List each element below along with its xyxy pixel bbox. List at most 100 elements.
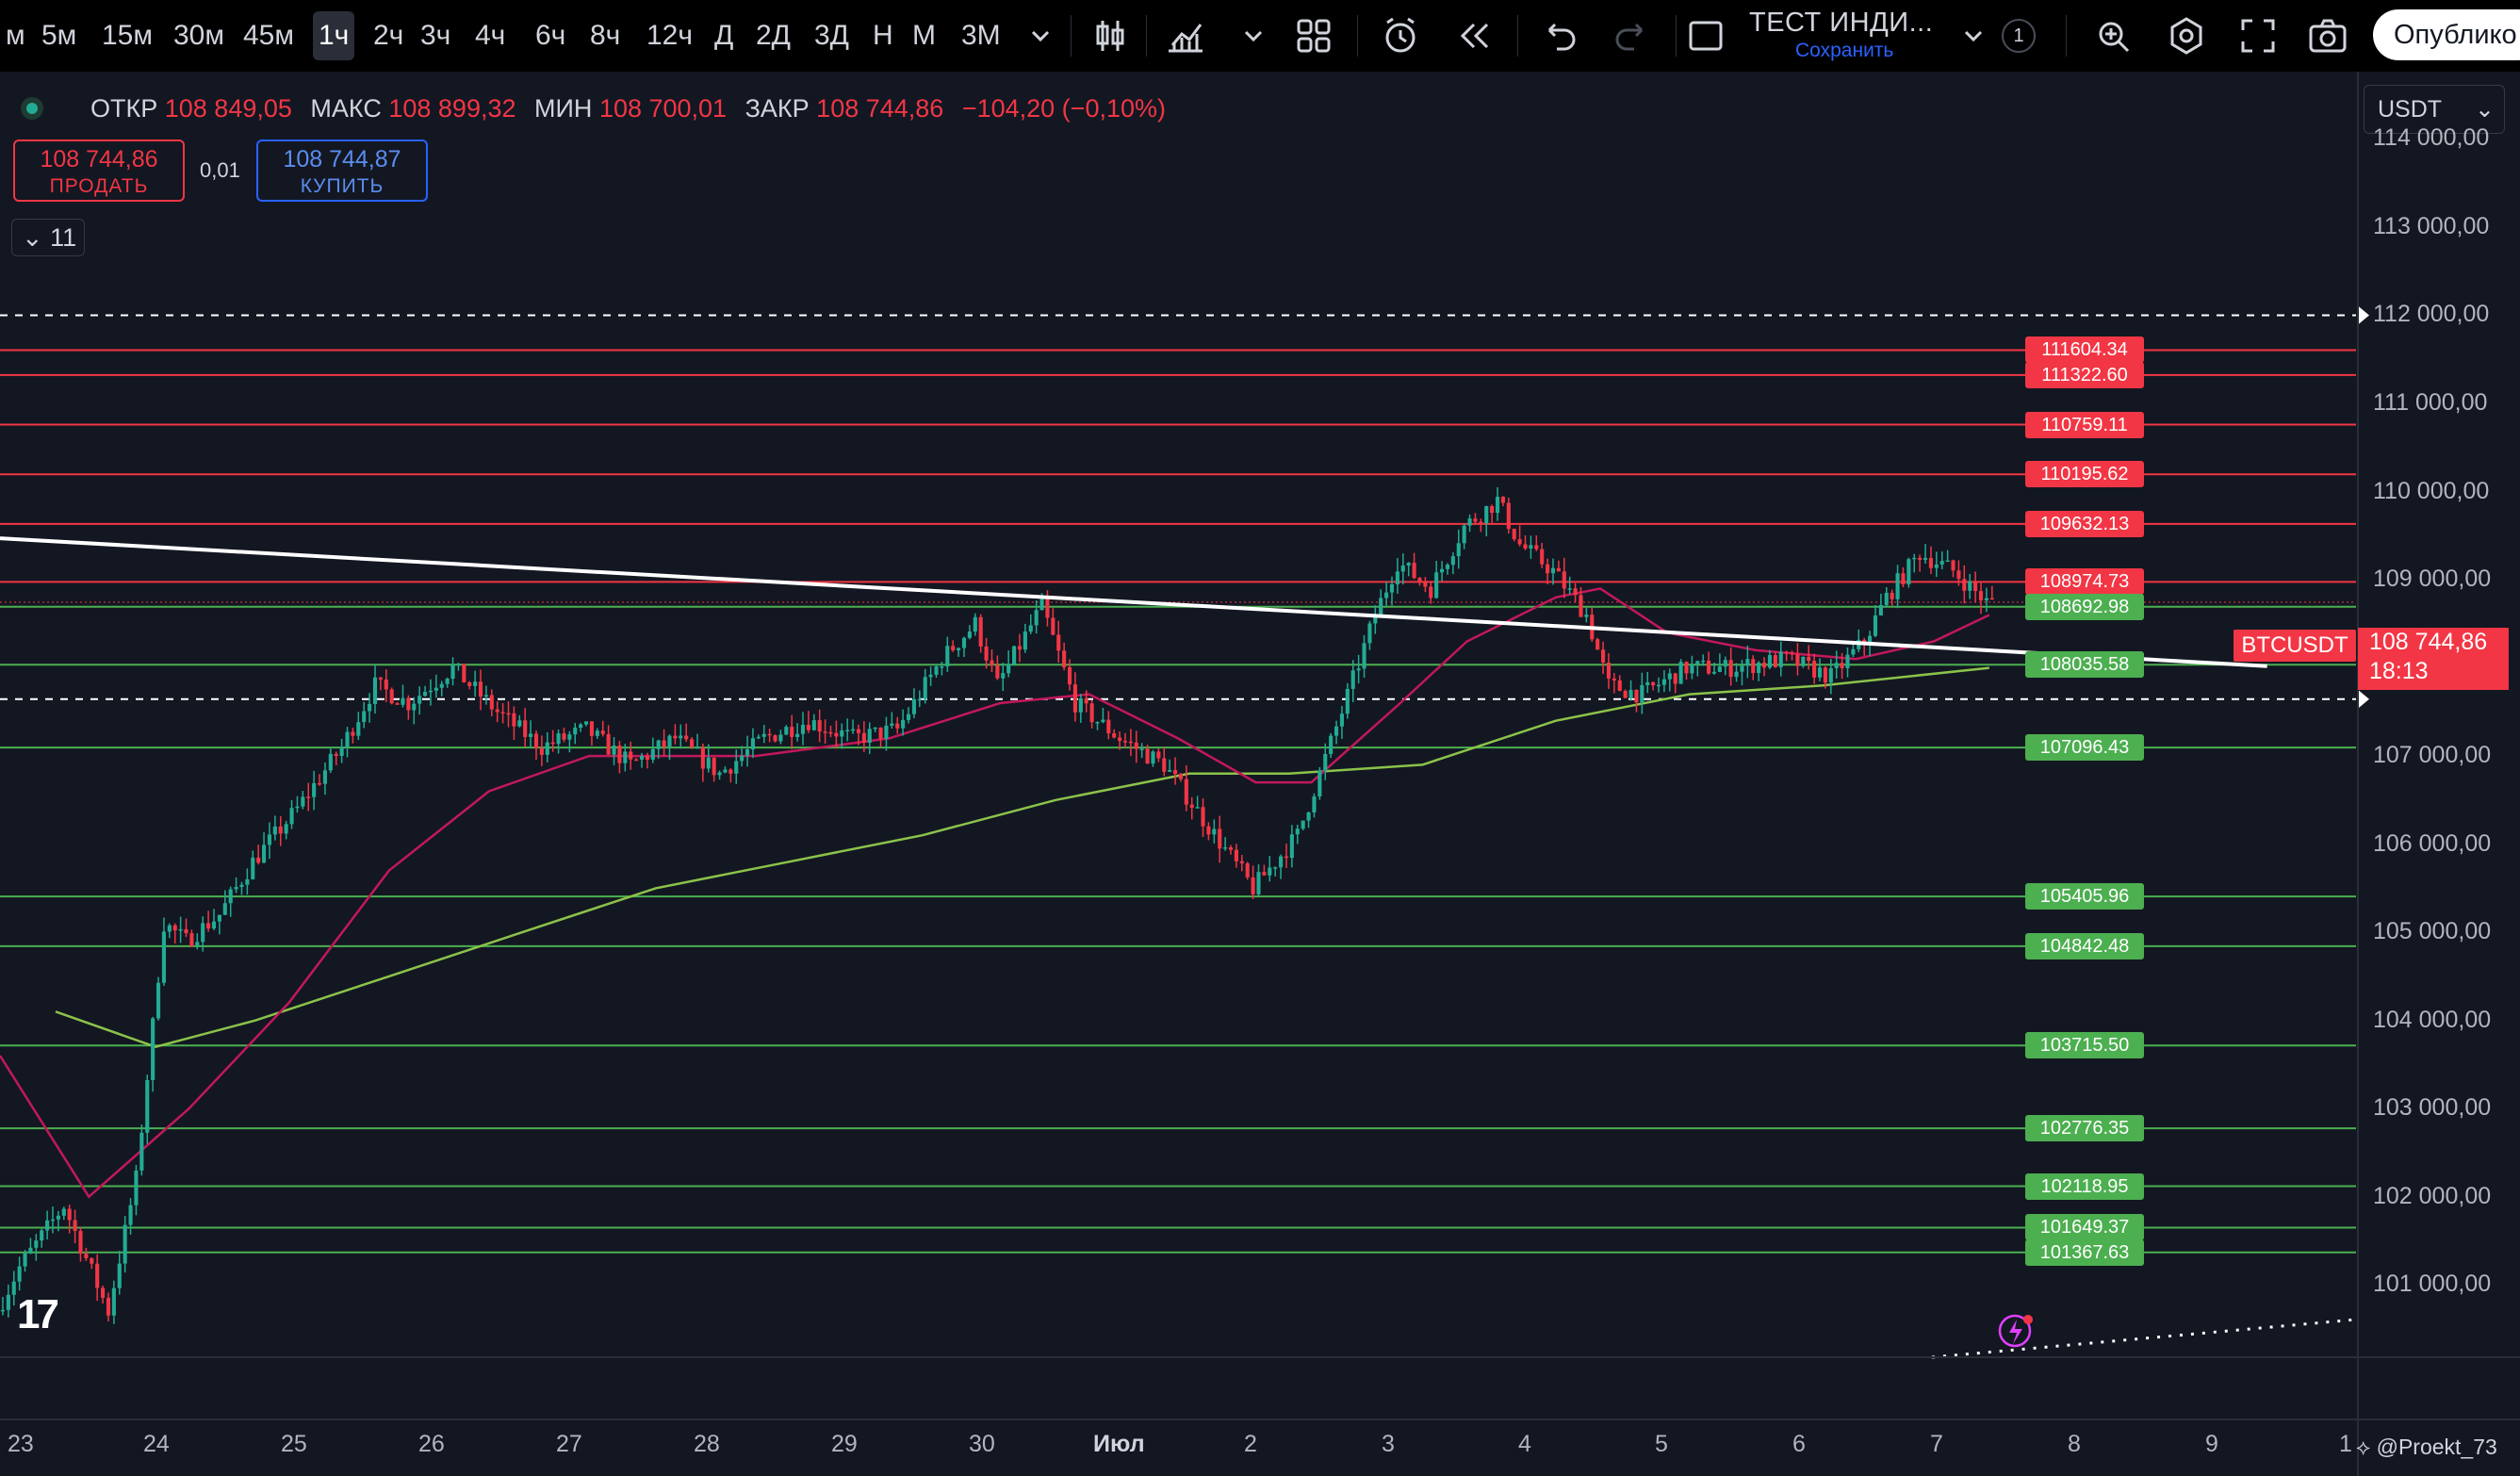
candle: [806, 725, 810, 730]
date-tick-label: 2: [1244, 1431, 1257, 1457]
candle: [1334, 726, 1339, 736]
market-status-icon: [21, 97, 43, 120]
candle: [1122, 741, 1128, 743]
candle: [1145, 748, 1150, 764]
tradingview-logo[interactable]: 17: [17, 1291, 59, 1338]
candle: [1651, 681, 1656, 686]
buy-button[interactable]: 108 744,87 КУПИТЬ: [256, 139, 428, 202]
indicators-collapse-button[interactable]: ⌄ 11: [11, 219, 85, 256]
candle: [395, 703, 400, 705]
candle: [723, 769, 728, 773]
candle: [1239, 861, 1244, 864]
candle: [1001, 673, 1006, 679]
candle: [483, 695, 488, 697]
candle: [923, 677, 927, 699]
candle: [84, 1254, 89, 1258]
candle: [161, 931, 167, 983]
sell-button[interactable]: 108 744,86 ПРОДАТЬ: [13, 139, 185, 202]
support-label: 104842.48: [2025, 932, 2144, 959]
price-tick-label: 114 000,00: [2373, 124, 2490, 152]
candle: [34, 1240, 39, 1248]
candle: [1823, 667, 1827, 683]
candle: [267, 834, 272, 845]
candle: [1440, 568, 1445, 573]
date-tick-label: 25: [281, 1431, 307, 1457]
candle: [606, 733, 611, 755]
candle: [1295, 828, 1300, 835]
candle: [1218, 828, 1222, 849]
resistance-label: 111322.60: [2025, 361, 2144, 388]
candle: [295, 806, 300, 809]
candle: [368, 703, 372, 712]
candle: [700, 746, 705, 769]
candle: [1728, 660, 1733, 678]
candle: [406, 697, 411, 711]
candle: [690, 739, 695, 747]
candle: [6, 1294, 10, 1310]
candle: [957, 648, 961, 650]
candle: [662, 740, 666, 747]
candle: [1128, 741, 1133, 744]
candle: [401, 697, 405, 705]
candle: [695, 746, 700, 749]
candle: [778, 734, 783, 742]
candle: [184, 928, 188, 934]
candle: [1095, 722, 1100, 724]
date-tick-label: 26: [418, 1431, 445, 1457]
candle: [740, 755, 745, 762]
date-tick-label: 1: [2339, 1431, 2352, 1457]
support-label: 102118.95: [2025, 1173, 2144, 1200]
sell-price: 108 744,86: [40, 146, 158, 172]
candle: [1367, 623, 1372, 644]
candle: [1301, 820, 1305, 829]
candle: [217, 914, 221, 922]
candle: [906, 713, 911, 720]
symbol-badge: BTCUSDT: [2234, 630, 2356, 662]
candle: [1757, 663, 1761, 674]
candle: [73, 1220, 77, 1231]
price-tick-label: 112 000,00: [2373, 301, 2490, 328]
candle: [155, 982, 161, 1019]
close-value: 108 744,86: [816, 94, 944, 123]
candle: [1445, 565, 1450, 569]
candle: [523, 720, 528, 737]
candle: [1684, 662, 1689, 674]
candle: [1573, 588, 1578, 596]
candle: [1723, 660, 1727, 667]
ma-slow-line: [55, 666, 1989, 1049]
candle: [1106, 719, 1111, 734]
candle: [1312, 795, 1317, 812]
candle: [673, 735, 678, 739]
candle: [728, 769, 733, 774]
candle: [351, 731, 355, 736]
candle: [1989, 598, 1994, 600]
candle: [539, 748, 544, 755]
date-tick-label: 3: [1382, 1431, 1395, 1457]
candle: [1011, 646, 1017, 664]
trendline-layer: [0, 536, 2357, 1359]
candle: [228, 889, 233, 904]
candle: [1051, 617, 1055, 635]
candle: [873, 727, 877, 730]
candle: [301, 796, 305, 807]
candle: [961, 637, 967, 648]
candle: [1767, 655, 1773, 668]
candle: [1251, 877, 1255, 894]
candle: [1412, 563, 1416, 579]
candle: [1673, 673, 1677, 684]
candle: [512, 713, 516, 727]
candle: [1178, 774, 1184, 779]
candle: [1934, 564, 1939, 568]
date-tick-label: 29: [831, 1431, 858, 1457]
date-tick-label: Июл: [1093, 1431, 1145, 1457]
resistance-label: 109632.13: [2025, 510, 2144, 537]
candle: [1906, 559, 1911, 584]
candle: [1845, 654, 1850, 668]
candle: [61, 1208, 66, 1216]
candle: [800, 725, 806, 734]
candle: [1840, 663, 1844, 668]
candle: [617, 745, 622, 763]
candle: [1606, 663, 1612, 679]
candle: [1089, 703, 1094, 723]
candle: [583, 721, 589, 725]
